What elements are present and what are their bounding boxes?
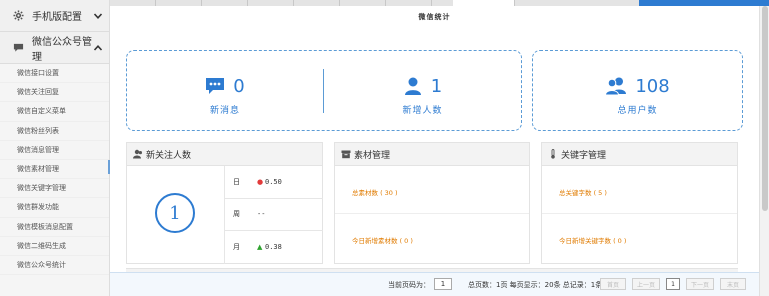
stats-box-today: 0 新消息 1 新增人数	[126, 50, 522, 131]
panel-divider	[335, 213, 529, 214]
material-title: 素材管理	[354, 150, 391, 161]
page-1-button[interactable]: 1	[666, 278, 680, 290]
gear-icon	[12, 10, 24, 22]
material-panel: 素材管理 总素材数 ( 30 ) 今日新增素材数 ( 0 )	[334, 142, 530, 264]
row-key: 周	[233, 210, 240, 219]
trend-down-icon: ●	[257, 177, 264, 186]
new-follow-title: 新关注人数	[146, 150, 192, 161]
new-follow-row-day: 日 ● 0.50	[225, 166, 323, 199]
sidebar-item-statistics[interactable]: 微信公众号统计	[0, 256, 109, 276]
sidebar-item-fans-list[interactable]: 微信粉丝列表	[0, 122, 109, 141]
sidebar-section-wechat-label: 微信公众号管理	[32, 36, 92, 63]
sidebar-item-keyword-management[interactable]: 微信关键字管理	[0, 179, 109, 199]
archive-icon	[341, 150, 351, 159]
keyword-header: 关键字管理	[542, 143, 737, 166]
keyword-total-link[interactable]: 总关键字数 ( 5 )	[559, 187, 607, 197]
chat-bubble-icon	[12, 42, 24, 54]
vertical-scrollbar[interactable]	[759, 6, 769, 296]
sidebar-section-mobile[interactable]: 手机版配置	[0, 0, 109, 32]
user-icon	[404, 77, 421, 95]
material-total-link[interactable]: 总素材数 ( 30 )	[352, 187, 398, 197]
sidebar-section-wechat[interactable]: 微信公众号管理	[0, 32, 109, 64]
sidebar-item-custom-menu[interactable]: 微信自定义菜单	[0, 102, 109, 122]
stats-box-total: 108 总用户数	[532, 50, 743, 131]
material-header: 素材管理	[335, 143, 529, 166]
scrollbar-thumb[interactable]	[762, 6, 768, 211]
total-users-value: 108	[635, 75, 670, 97]
message-icon	[206, 78, 225, 94]
main-content: 微信统计 0 新消息 1 新增人数 108 总用户数 新关注人数 1 日 ● 0…	[110, 6, 759, 296]
panel-divider	[542, 213, 737, 214]
trend-up-icon: ▲	[257, 243, 263, 252]
current-page-label: 当前页码为：	[388, 281, 430, 289]
pagination-summary: 总页数：1页 每页显示：20条 总记录：1条	[468, 281, 603, 289]
sidebar: 手机版配置 微信公众号管理 微信接口设置 微信关注回复 微信自定义菜单 微信粉丝…	[0, 0, 110, 296]
row-key: 月	[233, 243, 240, 252]
stat-new-messages[interactable]: 0 新消息	[127, 51, 323, 130]
new-users-label: 新增人数	[402, 106, 443, 116]
material-today-link[interactable]: 今日新增素材数 ( 0 )	[352, 235, 413, 245]
new-users-value: 1	[430, 75, 443, 97]
chevron-down-icon	[93, 11, 103, 21]
row-key: 日	[233, 177, 240, 186]
sidebar-item-mass-send[interactable]: 微信群发功能	[0, 198, 109, 218]
thermometer-icon	[551, 149, 555, 159]
sidebar-item-material-management[interactable]: 微信素材管理	[0, 160, 109, 180]
next-page-button[interactable]: 下一页	[686, 278, 714, 290]
keyword-panel: 关键字管理 总关键字数 ( 5 ) 今日新增关键字数 ( 0 )	[541, 142, 738, 264]
prev-page-button[interactable]: 上一页	[632, 278, 660, 290]
new-follow-row-week: 周 --	[225, 199, 323, 232]
sidebar-menu: 微信接口设置 微信关注回复 微信自定义菜单 微信粉丝列表 微信消息管理 微信素材…	[0, 64, 109, 276]
last-page-button[interactable]: 末页	[720, 278, 746, 290]
sidebar-item-message-management[interactable]: 微信消息管理	[0, 141, 109, 160]
keyword-title: 关键字管理	[561, 150, 607, 161]
new-messages-value: 0	[233, 75, 245, 97]
row-value: 0.50	[265, 177, 282, 186]
new-follow-row-month: 月 ▲ 0.38	[225, 231, 323, 264]
new-follow-panel: 新关注人数 1 日 ● 0.50 周 -- 月 ▲ 0.38	[126, 142, 323, 264]
chevron-up-icon	[93, 43, 103, 53]
current-page-input[interactable]: 1	[434, 278, 452, 290]
first-page-button[interactable]: 首页	[600, 278, 626, 290]
sidebar-item-template-message[interactable]: 微信模板消息配置	[0, 218, 109, 237]
sidebar-item-follow-reply[interactable]: 微信关注回复	[0, 83, 109, 103]
new-follow-total: 1	[155, 193, 195, 233]
sidebar-section-mobile-label: 手机版配置	[32, 12, 82, 23]
total-users-label: 总用户数	[617, 106, 658, 116]
new-messages-label: 新消息	[209, 106, 240, 116]
user-group-icon	[133, 149, 142, 159]
page-title: 微信统计	[418, 13, 451, 21]
users-icon	[605, 77, 627, 96]
sidebar-item-interface-settings[interactable]: 微信接口设置	[0, 64, 109, 84]
new-follow-table: 日 ● 0.50 周 -- 月 ▲ 0.38	[224, 166, 323, 264]
keyword-today-link[interactable]: 今日新增关键字数 ( 0 )	[559, 235, 626, 245]
row-value: 0.38	[265, 243, 282, 252]
stat-total-users[interactable]: 108 总用户数	[533, 51, 742, 130]
new-follow-header: 新关注人数	[127, 143, 322, 166]
pagination-bar: 当前页码为： 1 总页数：1页 每页显示：20条 总记录：1条 首页 上一页 1…	[110, 272, 759, 296]
row-value: --	[257, 210, 266, 219]
stat-new-users[interactable]: 1 新增人数	[324, 51, 521, 130]
sidebar-item-qrcode[interactable]: 微信二维码生成	[0, 237, 109, 256]
